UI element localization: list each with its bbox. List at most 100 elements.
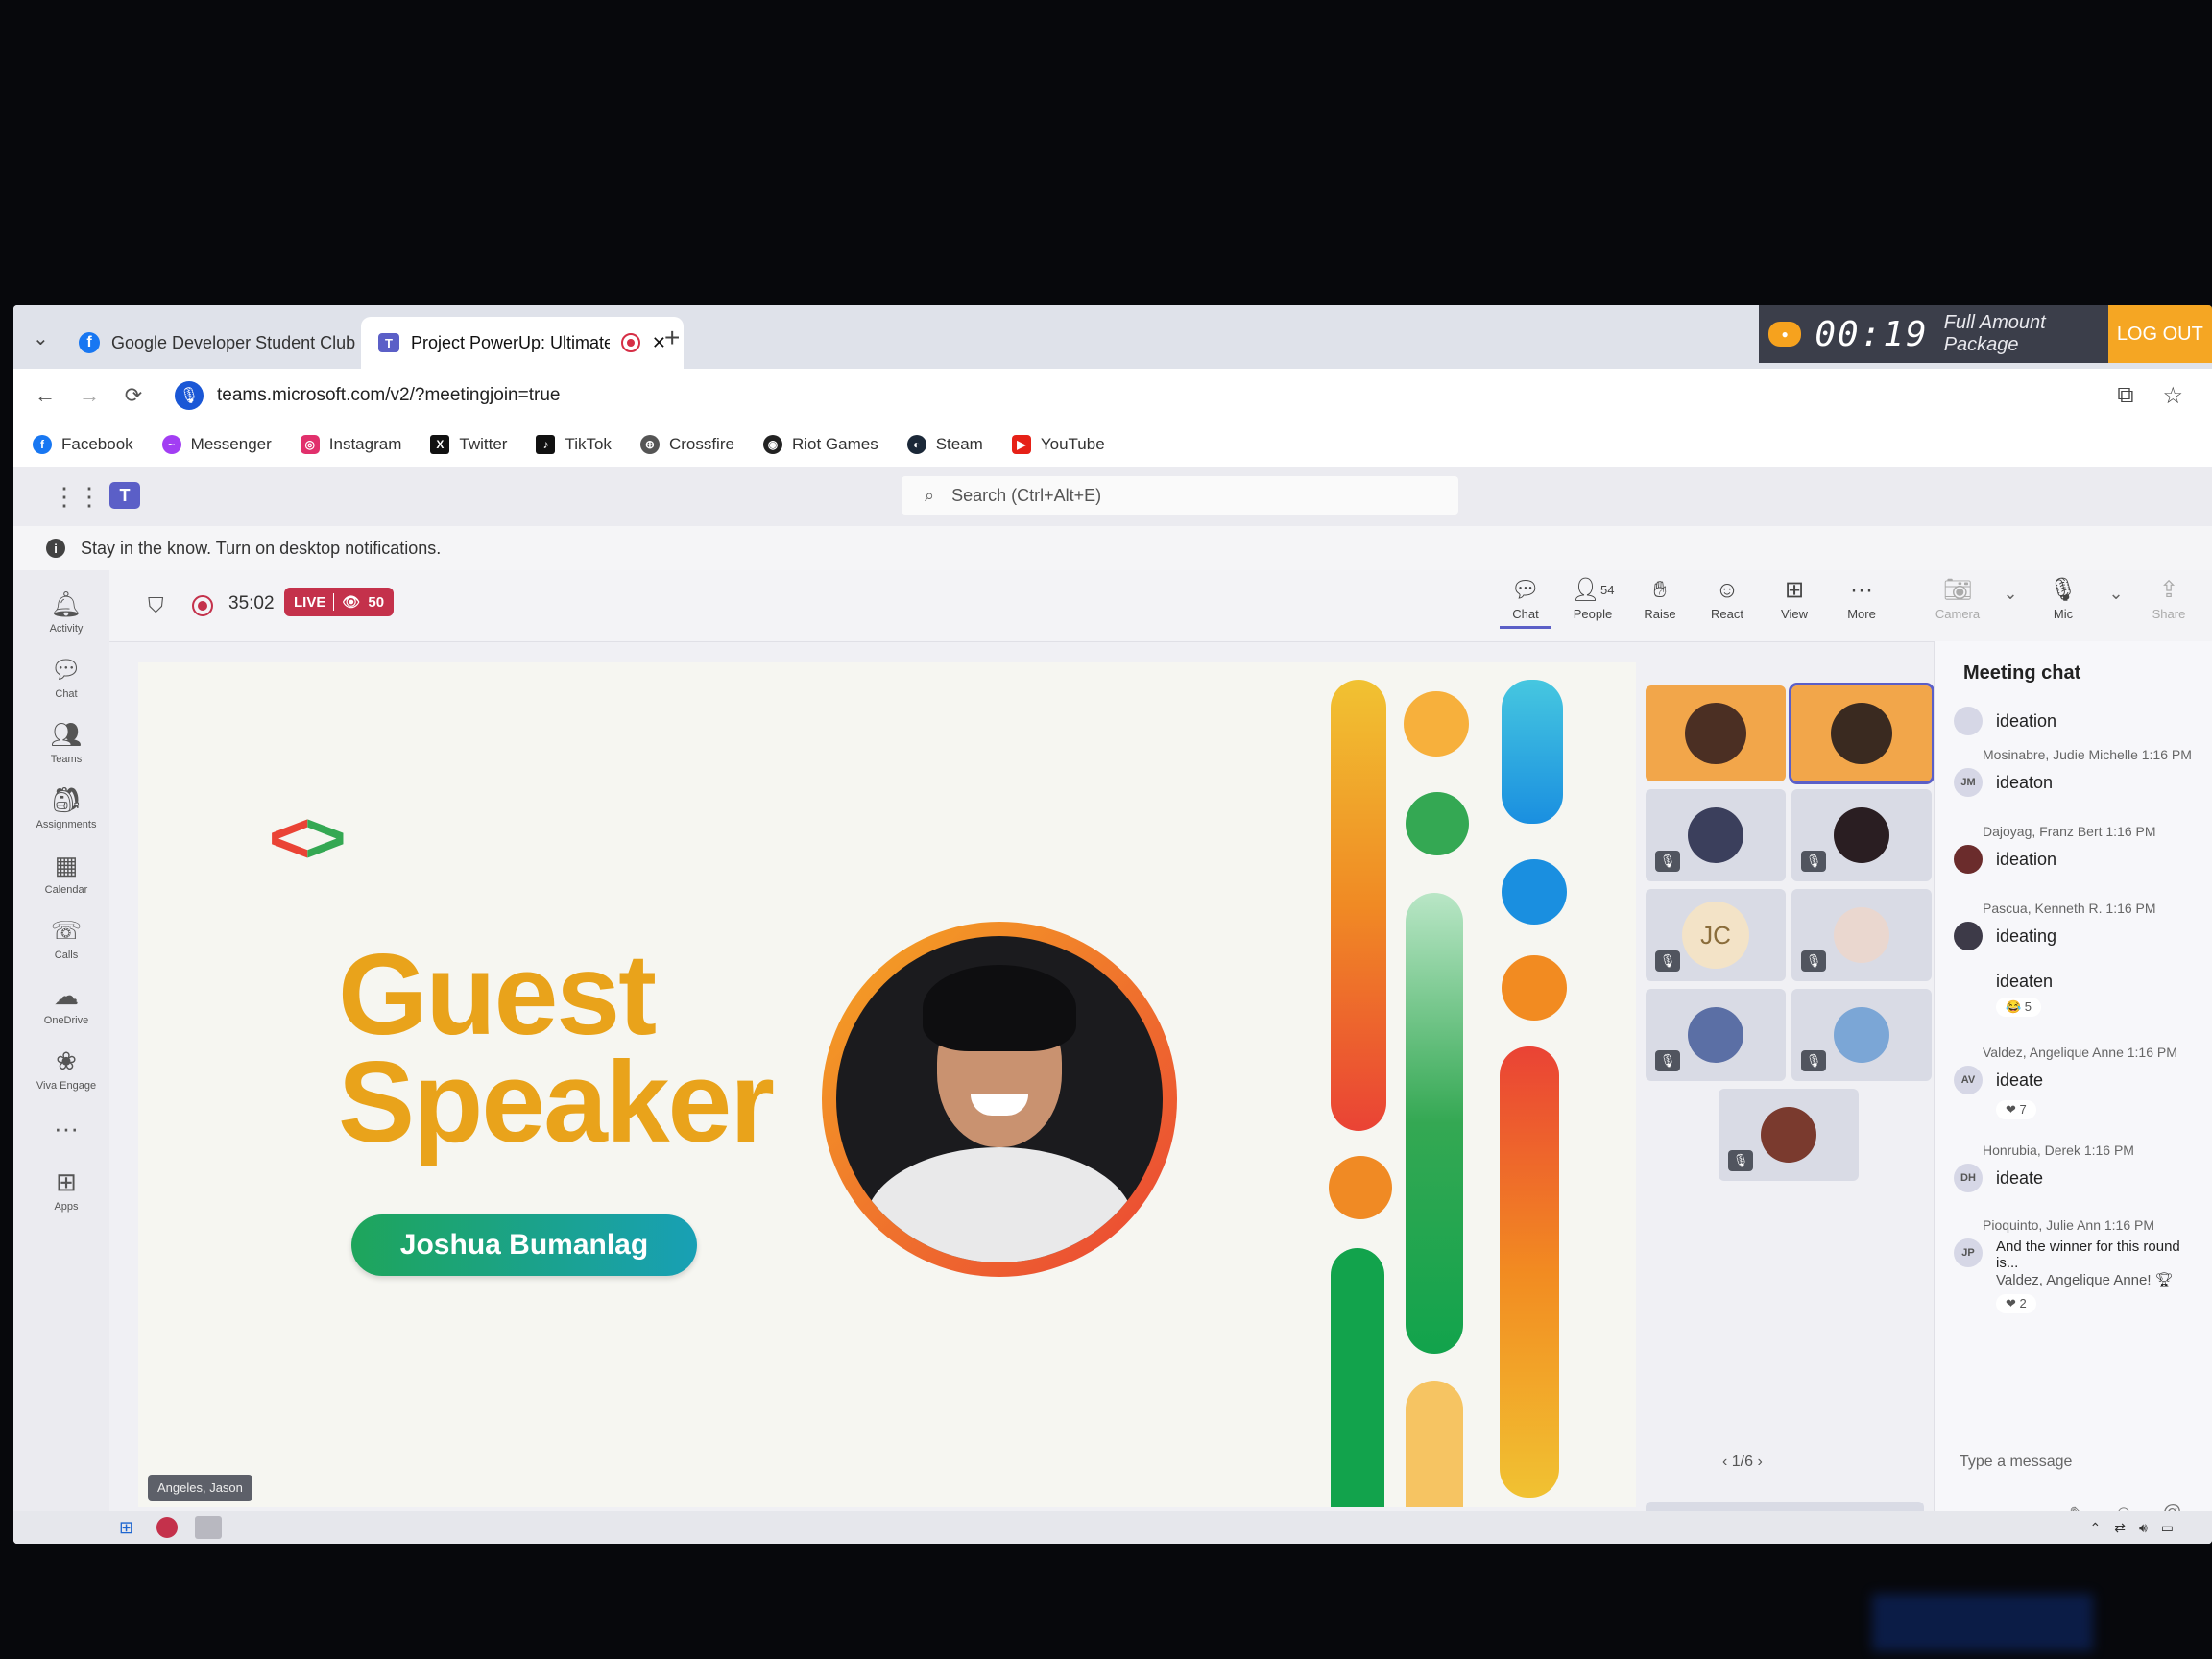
teams-logo-icon[interactable]: T bbox=[109, 482, 140, 509]
participant-tile[interactable]: 🎙︎ bbox=[1719, 1089, 1859, 1181]
ellipsis-icon: ··· bbox=[1850, 577, 1873, 603]
participant-tile-active-speaker[interactable] bbox=[1789, 683, 1935, 784]
reaction-badge[interactable]: ❤ 2 bbox=[1996, 1294, 2036, 1313]
tab-search-chevron-icon[interactable]: ⌄ bbox=[33, 326, 49, 350]
reaction-badge[interactable]: 😂 5 bbox=[1996, 998, 2042, 1017]
participant-tile[interactable]: 🎙︎ bbox=[1646, 789, 1786, 881]
rail-item-calendar[interactable]: ▦ Calendar bbox=[13, 851, 119, 896]
participant-tile[interactable]: JC 🎙︎ bbox=[1646, 889, 1786, 981]
windows-start-icon[interactable]: ⊞ bbox=[119, 1518, 133, 1538]
browser-tab-powerup[interactable]: T Project PowerUp: Ultimate ✕ bbox=[361, 317, 684, 369]
decor-bar-green-2 bbox=[1331, 1248, 1384, 1507]
participant-tile[interactable]: 🎙︎ bbox=[1791, 889, 1932, 981]
bookmark-messenger[interactable]: ~ Messenger bbox=[161, 435, 272, 454]
rail-item-onedrive[interactable]: ☁︎ OneDrive bbox=[13, 981, 119, 1026]
bookmark-tiktok[interactable]: ♪ TikTok bbox=[536, 435, 612, 454]
raise-hand-button[interactable]: ✋︎ Raise bbox=[1626, 574, 1694, 621]
chat-label: Chat bbox=[1512, 607, 1539, 621]
chat-message: ideation bbox=[1954, 701, 2202, 735]
browser-tab-gdsc[interactable]: f Google Developer Student Club ✕ bbox=[61, 317, 403, 369]
tray-chevron-icon[interactable]: ⌃ bbox=[2089, 1520, 2101, 1536]
address-bar: ← → ⟳ 🎙 teams.microsoft.com/v2/?meetingj… bbox=[13, 369, 2212, 422]
avatar: DH bbox=[1954, 1164, 1983, 1192]
pager-prev-icon[interactable]: ‹ bbox=[1722, 1454, 1727, 1470]
rail-item-assignments[interactable]: 🎒︎ Assignments bbox=[13, 785, 119, 830]
forward-arrow-icon[interactable]: → bbox=[77, 383, 102, 408]
react-button[interactable]: ☺ React bbox=[1694, 574, 1761, 621]
extension-logo-icon: ● bbox=[1768, 322, 1802, 347]
meeting-toolbar: ⛉ 35:02 LIVE 👁︎ 50 💬︎ Chat 👤︎54 People ✋︎ R… bbox=[109, 570, 2212, 642]
message-compose-input[interactable]: Type a message bbox=[1950, 1438, 2212, 1486]
people-icon: 👤︎54 bbox=[1571, 577, 1615, 603]
bookmark-youtube[interactable]: ▶ YouTube bbox=[1011, 435, 1105, 454]
participant-tile[interactable]: 🎙︎ bbox=[1791, 989, 1932, 1081]
hand-icon: ✋︎ bbox=[1653, 577, 1667, 603]
mic-options-chevron-icon[interactable]: ⌄ bbox=[2097, 574, 2135, 621]
rail-more-button[interactable]: ··· bbox=[13, 1114, 119, 1143]
mic-off-icon: 🎙︎ bbox=[2048, 577, 2079, 603]
people-button[interactable]: 👤︎54 People bbox=[1559, 574, 1626, 621]
live-badge: LIVE 👁︎ 50 bbox=[284, 588, 395, 616]
new-tab-icon[interactable]: + bbox=[664, 323, 680, 353]
rail-item-apps[interactable]: ⊞ Apps bbox=[13, 1167, 119, 1213]
install-app-icon[interactable]: ⧉ bbox=[2117, 382, 2133, 410]
rail-item-chat[interactable]: 💬︎ Chat bbox=[13, 655, 119, 700]
decor-bar-blue bbox=[1502, 680, 1563, 824]
rail-label: Teams bbox=[50, 754, 83, 765]
bookmark-twitter[interactable]: X Twitter bbox=[430, 435, 507, 454]
rail-item-teams[interactable]: 👥︎ Teams bbox=[13, 720, 119, 765]
display-icon[interactable]: ▭ bbox=[2161, 1520, 2174, 1536]
avatar bbox=[1954, 707, 1983, 735]
mic-button[interactable]: 🎙︎ Mic bbox=[2030, 574, 2097, 621]
chat-message: Pioquinto, Julie Ann 1:16 PM JP And the … bbox=[1954, 1217, 2202, 1313]
rail-item-calls[interactable]: ☏ Calls bbox=[13, 916, 119, 961]
reaction-badge[interactable]: ❤ 7 bbox=[1996, 1100, 2036, 1119]
camera-button[interactable]: 📷︎ Camera bbox=[1924, 574, 1991, 621]
bell-icon: 🔔︎ bbox=[50, 589, 83, 618]
participant-tile[interactable]: 🎙︎ bbox=[1791, 789, 1932, 881]
bookmark-riot-games[interactable]: ◉ Riot Games bbox=[762, 435, 878, 454]
bookmark-instagram[interactable]: ◎ Instagram bbox=[300, 435, 401, 454]
participant-avatar bbox=[1834, 807, 1889, 863]
volume-icon[interactable]: 🔊︎ bbox=[2139, 1520, 2148, 1536]
camera-options-chevron-icon[interactable]: ⌄ bbox=[1991, 574, 2030, 621]
mic-label: Mic bbox=[2053, 607, 2074, 621]
rail-label: OneDrive bbox=[43, 1015, 89, 1026]
more-button[interactable]: ··· More bbox=[1828, 574, 1895, 621]
pager-next-icon[interactable]: › bbox=[1757, 1454, 1762, 1470]
shield-icon[interactable]: ⛉ bbox=[148, 593, 164, 618]
participant-tile[interactable] bbox=[1646, 685, 1786, 781]
rail-item-viva-engage[interactable]: ❀ Viva Engage bbox=[13, 1046, 119, 1092]
message-meta: Valdez, Angelique Anne 1:16 PM bbox=[1983, 1045, 2177, 1060]
decor-bar-red-yellow bbox=[1500, 1046, 1559, 1498]
speaker-name-pill: Joshua Bumanlag bbox=[351, 1214, 697, 1276]
participant-tile[interactable]: 🎙︎ bbox=[1646, 989, 1786, 1081]
taskbar-app-icon[interactable] bbox=[156, 1517, 179, 1538]
view-button[interactable]: ⊞ View bbox=[1761, 574, 1828, 621]
extension-package: Full Amount Package bbox=[1943, 312, 2046, 355]
backpack-icon: 🎒︎ bbox=[50, 785, 83, 814]
back-arrow-icon[interactable]: ← bbox=[33, 383, 58, 408]
smiley-icon: ☺ bbox=[1715, 577, 1740, 603]
chat-message: ideaten 😂 5 bbox=[1954, 966, 2202, 1017]
taskbar-browser-icon[interactable] bbox=[195, 1516, 223, 1539]
chat-button[interactable]: 💬︎ Chat bbox=[1492, 574, 1559, 629]
avatar: AV bbox=[1954, 1066, 1983, 1094]
rail-item-activity[interactable]: 🔔︎ Activity bbox=[13, 589, 119, 635]
microphone-site-icon[interactable]: 🎙 bbox=[175, 381, 204, 410]
reload-icon[interactable]: ⟳ bbox=[121, 383, 146, 408]
url-field[interactable]: teams.microsoft.com/v2/?meetingjoin=true bbox=[217, 385, 560, 406]
meeting-area: ⛉ 35:02 LIVE 👁︎ 50 💬︎ Chat 👤︎54 People ✋︎ R… bbox=[109, 570, 2212, 1544]
bookmark-steam[interactable]: ◐ Steam bbox=[906, 435, 983, 454]
bookmark-facebook[interactable]: f Facebook bbox=[33, 435, 133, 454]
network-icon[interactable]: ⇄ bbox=[2114, 1520, 2126, 1536]
decor-dot-orange-2 bbox=[1502, 955, 1567, 1021]
logout-button[interactable]: LOG OUT bbox=[2107, 305, 2212, 363]
bookmark-star-icon[interactable]: ☆ bbox=[2162, 382, 2183, 410]
browser-tab-bar: ⌄ f Google Developer Student Club ✕ T Pr… bbox=[13, 305, 2212, 369]
share-button[interactable]: ⇪ Share bbox=[2135, 574, 2202, 621]
search-input[interactable]: ⌕ Search (Ctrl+Alt+E) bbox=[902, 476, 1458, 515]
bookmark-crossfire[interactable]: ⊕ Crossfire bbox=[639, 435, 734, 454]
avatar: JM bbox=[1954, 768, 1983, 797]
